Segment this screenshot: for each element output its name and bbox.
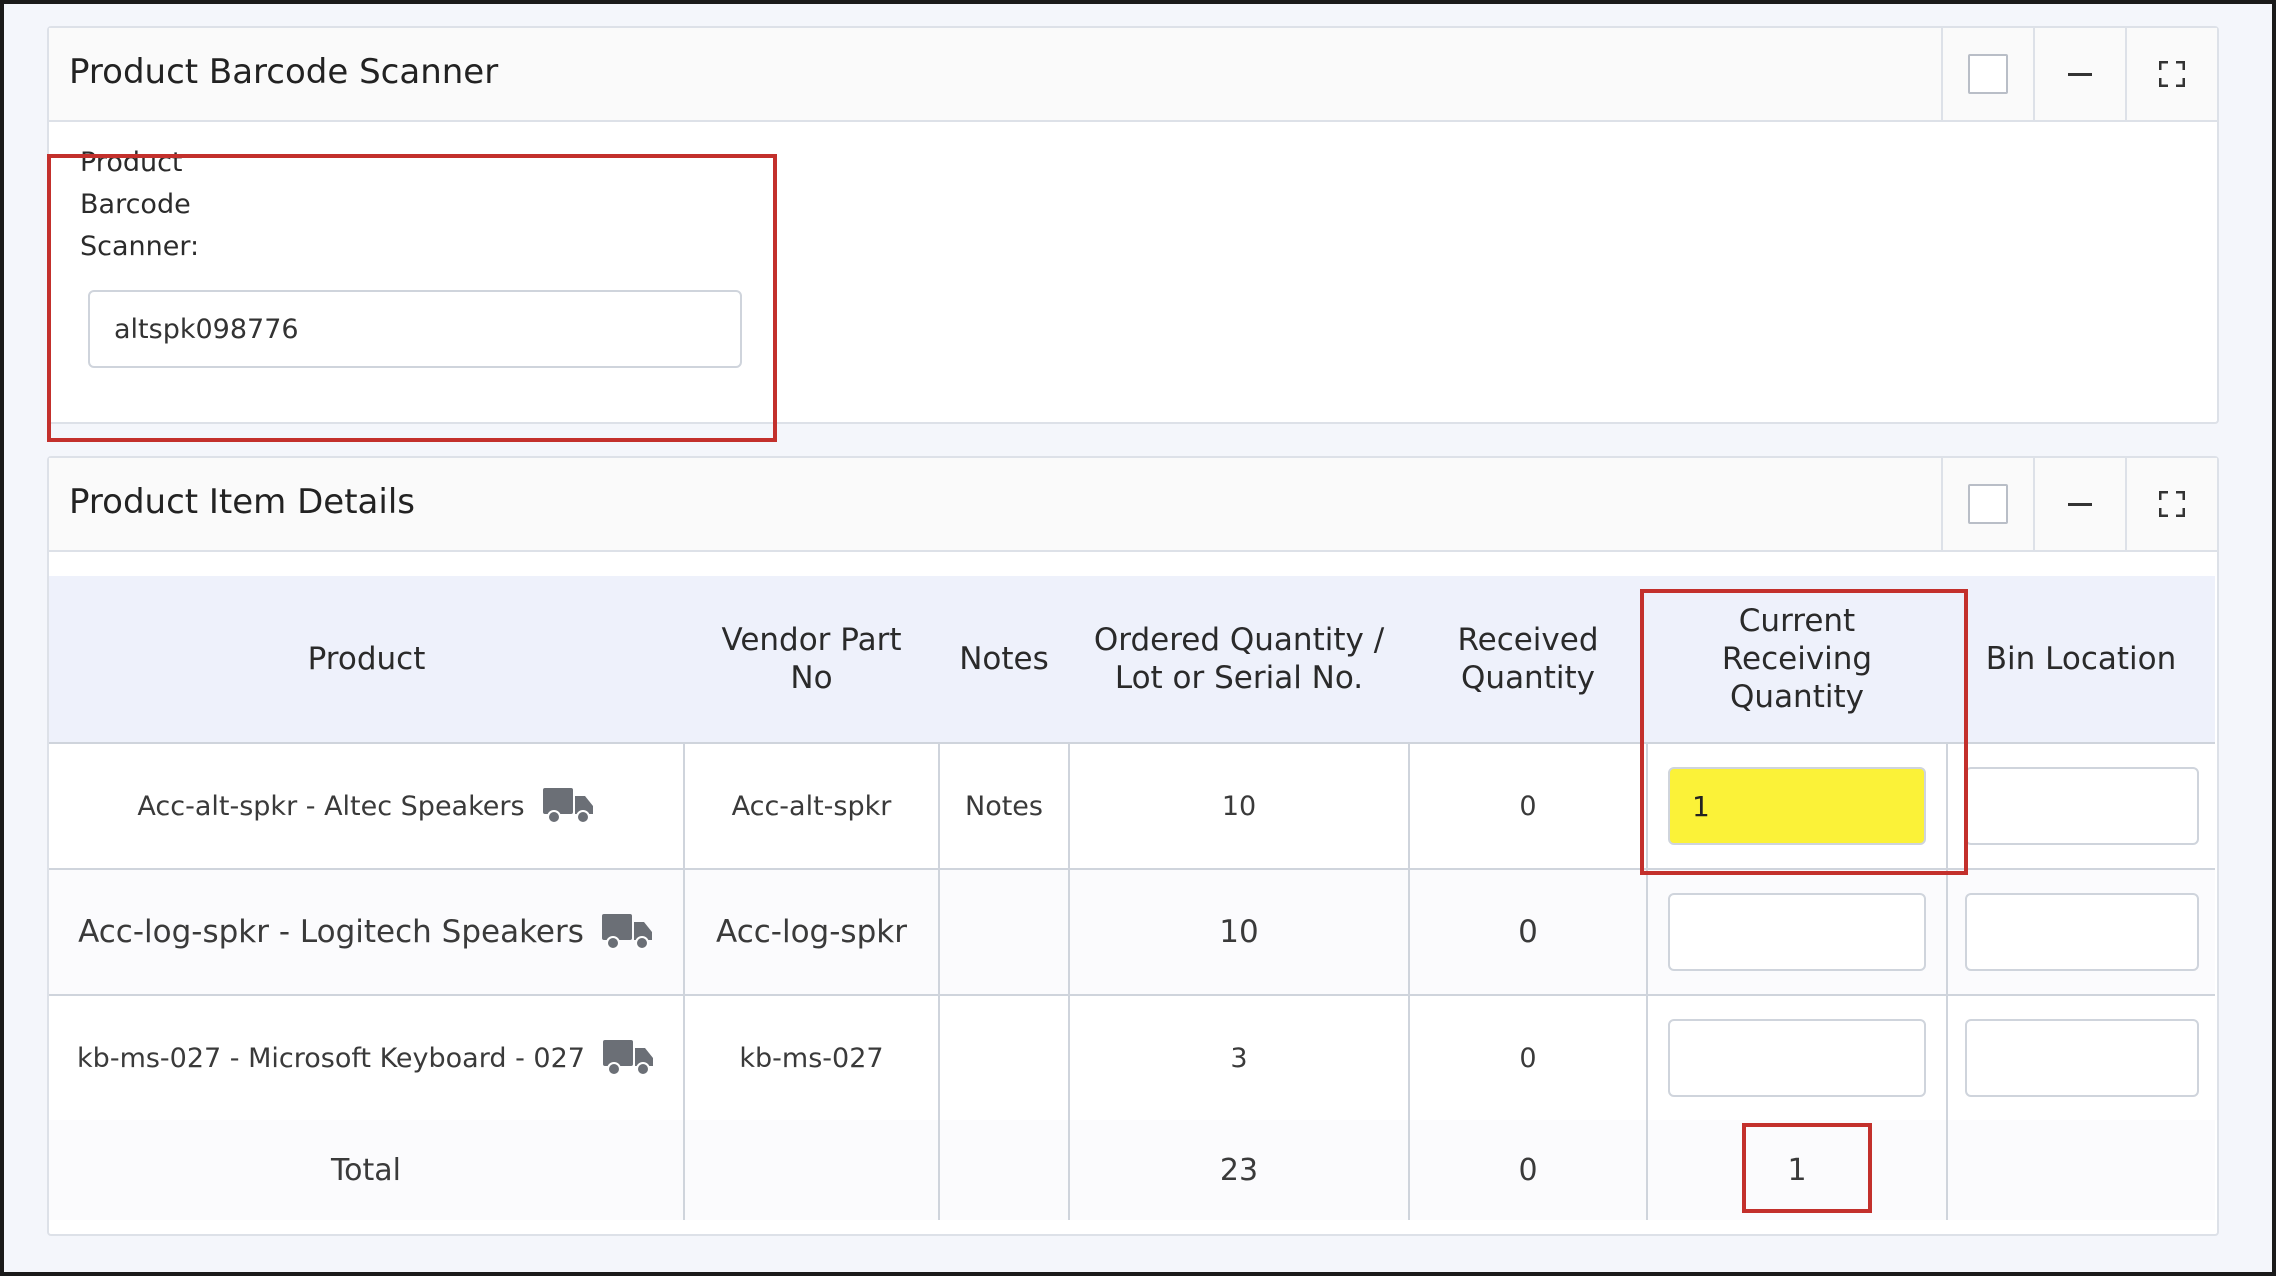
col-ordered: Ordered Quantity / Lot or Serial No. <box>1069 576 1409 743</box>
panel-header: Product Item Details <box>49 458 2217 552</box>
select-checkbox[interactable] <box>1941 28 2033 120</box>
label-line: Scanner: <box>80 231 200 262</box>
product-items-table: Product Vendor Part No Notes Ordered Quan… <box>49 576 2215 1220</box>
header-line: Vendor Part <box>721 622 902 658</box>
table-row: Acc-alt-spkr - Altec Speakers Acc-alt-sp… <box>49 742 2215 869</box>
current-receiving-input[interactable] <box>1668 893 1926 971</box>
total-label: Total <box>49 1120 684 1220</box>
col-notes: Notes <box>939 576 1069 743</box>
current-receiving-cell <box>1646 994 1947 1120</box>
label-line: Barcode <box>80 189 191 220</box>
col-received: Received Quantity <box>1409 576 1647 743</box>
received-cell: 0 <box>1408 742 1647 869</box>
total-notes <box>938 1120 1069 1220</box>
header-line: Receiving <box>1721 641 1873 677</box>
panel-tools <box>1941 28 2217 120</box>
truck-icon[interactable] <box>542 786 595 826</box>
scanner-body: Product Barcode Scanner: <box>47 122 2217 442</box>
minimize-icon <box>2068 72 2092 76</box>
panel-header: Product Barcode Scanner <box>49 28 2217 122</box>
total-row: Total 23 0 1 <box>49 1120 2215 1220</box>
checkbox-icon <box>1968 54 2008 94</box>
col-bin-location: Bin Location <box>1947 576 2215 743</box>
table-row: Acc-log-spkr - Logitech Speakers Acc-log… <box>49 868 2215 995</box>
received-cell: 0 <box>1408 994 1647 1120</box>
product-item-details-panel: Product Item Details Product Vendor Part… <box>47 456 2219 1236</box>
total-vendor-part <box>683 1120 939 1220</box>
minimize-button[interactable] <box>2033 458 2125 550</box>
table-row: kb-ms-027 - Microsoft Keyboard - 027 kb-… <box>49 994 2215 1120</box>
header-line: Current <box>1738 603 1856 639</box>
col-vendor-part: Vendor Part No <box>684 576 939 743</box>
barcode-scanner-label: Product Barcode Scanner: <box>80 142 199 268</box>
bin-location-input[interactable] <box>1964 893 2199 971</box>
header-line: Lot or Serial No. <box>1114 660 1364 696</box>
total-ordered: 23 <box>1068 1120 1409 1220</box>
truck-icon[interactable] <box>601 912 654 952</box>
barcode-scanner-panel: Product Barcode Scanner Product Barcode … <box>47 26 2219 442</box>
checkbox-icon <box>1968 484 2008 524</box>
header-line: Ordered Quantity / <box>1093 622 1385 658</box>
header-line: Quantity <box>1461 660 1595 696</box>
ordered-cell: 3 <box>1068 994 1409 1120</box>
truck-icon[interactable] <box>602 1038 655 1078</box>
ordered-cell: 10 <box>1068 742 1409 869</box>
product-cell: kb-ms-027 - Microsoft Keyboard - 027 <box>49 994 684 1120</box>
bin-location-cell <box>1946 742 2215 869</box>
minimize-icon <box>2068 502 2092 506</box>
product-name: Acc-log-spkr - Logitech Speakers <box>78 914 584 950</box>
label-line: Product <box>80 147 183 178</box>
product-cell: Acc-log-spkr - Logitech Speakers <box>49 868 684 995</box>
bin-location-input[interactable] <box>1964 1019 2199 1097</box>
expand-button[interactable] <box>2125 28 2217 120</box>
barcode-input[interactable] <box>88 290 742 368</box>
current-receiving-input[interactable] <box>1668 767 1926 845</box>
product-name-wrap: Acc-alt-spkr - Altec Speakers <box>137 786 594 826</box>
panel-title: Product Item Details <box>69 482 415 522</box>
table-header-row: Product Vendor Part No Notes Ordered Quan… <box>49 576 2215 743</box>
bin-location-cell <box>1946 868 2215 995</box>
current-receiving-cell <box>1646 868 1947 995</box>
total-bin-location <box>1946 1120 2215 1220</box>
panel-tools <box>1941 458 2217 550</box>
panel-title: Product Barcode Scanner <box>69 52 499 92</box>
product-name: kb-ms-027 - Microsoft Keyboard - 027 <box>77 1042 585 1074</box>
expand-icon <box>2159 61 2185 87</box>
notes-cell[interactable]: Notes <box>938 742 1069 869</box>
bin-location-input[interactable] <box>1964 767 2199 845</box>
col-current-receiving: Current Receiving Quantity <box>1647 576 1947 743</box>
bin-location-cell <box>1946 994 2215 1120</box>
select-checkbox[interactable] <box>1941 458 2033 550</box>
notes-cell[interactable] <box>938 994 1069 1120</box>
expand-button[interactable] <box>2125 458 2217 550</box>
total-current-receiving: 1 <box>1646 1120 1947 1220</box>
current-receiving-input[interactable] <box>1668 1019 1926 1097</box>
ordered-cell: 10 <box>1068 868 1409 995</box>
vendor-part-cell: kb-ms-027 <box>683 994 939 1120</box>
header-line: No <box>790 660 833 696</box>
total-received: 0 <box>1408 1120 1647 1220</box>
product-name: Acc-alt-spkr - Altec Speakers <box>137 790 525 822</box>
expand-icon <box>2159 491 2185 517</box>
notes-cell[interactable] <box>938 868 1069 995</box>
col-product: Product <box>49 576 684 743</box>
product-cell: Acc-alt-spkr - Altec Speakers <box>49 742 684 869</box>
header-line: Quantity <box>1730 679 1864 715</box>
vendor-part-cell: Acc-log-spkr <box>683 868 939 995</box>
header-line: Received <box>1457 622 1599 658</box>
vendor-part-cell: Acc-alt-spkr <box>683 742 939 869</box>
product-name-wrap: Acc-log-spkr - Logitech Speakers <box>78 912 654 952</box>
product-name-wrap: kb-ms-027 - Microsoft Keyboard - 027 <box>77 1038 655 1078</box>
minimize-button[interactable] <box>2033 28 2125 120</box>
current-receiving-cell <box>1646 742 1947 869</box>
received-cell: 0 <box>1408 868 1647 995</box>
